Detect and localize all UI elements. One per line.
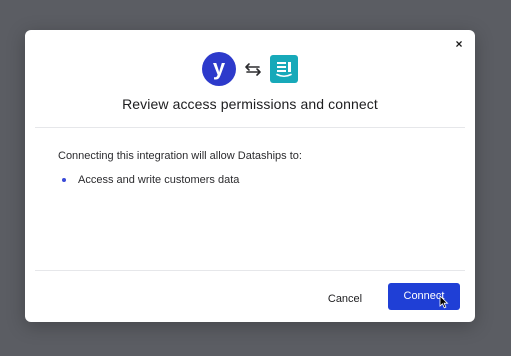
- connect-button[interactable]: Connect: [388, 283, 460, 310]
- mouse-cursor-icon: [439, 295, 449, 309]
- cancel-button[interactable]: Cancel: [315, 288, 375, 310]
- permissions-intro: Connecting this integration will allow D…: [58, 150, 302, 162]
- permissions-modal: × y Review access permissions and connec…: [25, 30, 475, 322]
- permissions-list: Access and write customers data: [62, 174, 239, 186]
- source-app-letter: y: [212, 54, 226, 80]
- close-button[interactable]: ×: [452, 37, 466, 51]
- integration-logos: y: [25, 51, 475, 87]
- source-app-logo: y: [202, 52, 236, 86]
- footer-divider: [35, 270, 465, 271]
- modal-title: Review access permissions and connect: [122, 96, 378, 112]
- dataships-logo: [270, 55, 298, 83]
- bullet-icon: [62, 178, 66, 182]
- header-divider: [35, 127, 465, 128]
- swap-arrows-icon: [244, 60, 262, 78]
- list-item: Access and write customers data: [62, 174, 239, 186]
- permission-label: Access and write customers data: [78, 174, 240, 186]
